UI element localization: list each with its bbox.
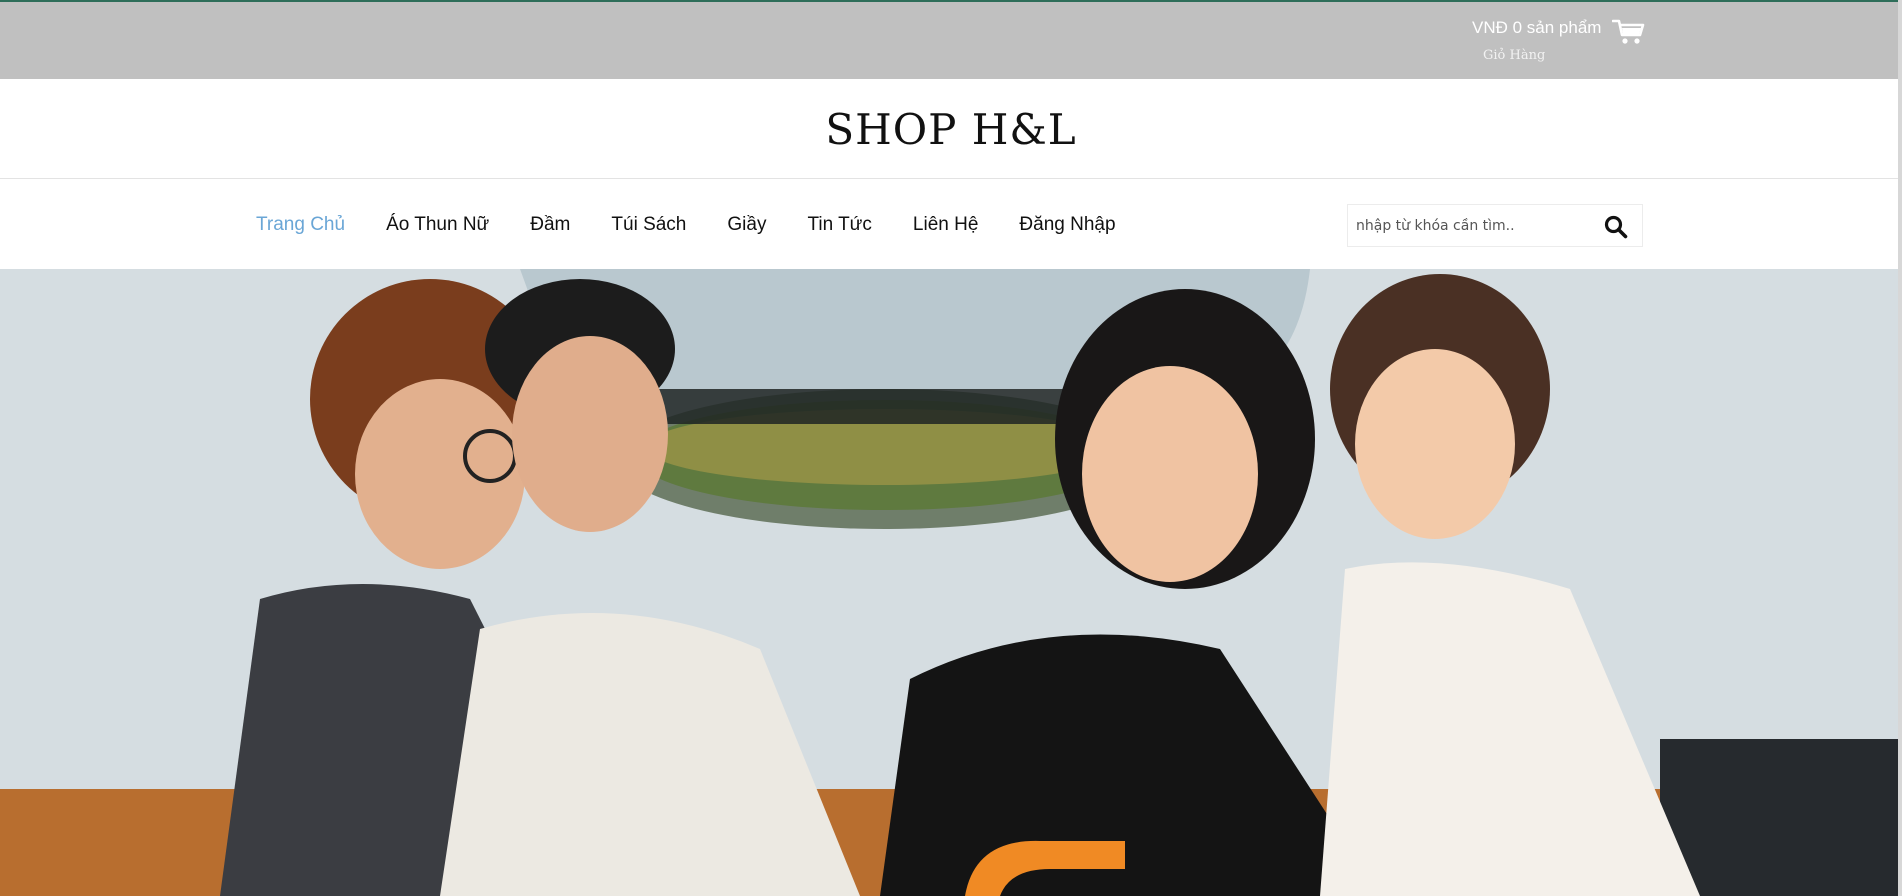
nav-item-dang-nhap[interactable]: Đăng Nhập <box>1019 214 1115 236</box>
nav-item-ao-thun-nu[interactable]: Áo Thun Nữ <box>386 214 489 236</box>
cart-summary[interactable]: VNĐ 0 sản phẩm <box>1472 18 1601 38</box>
site-header: SHOP H&L <box>0 79 1902 179</box>
main-navigation: Trang Chủ Áo Thun Nữ Đầm Túi Sách Giầy T… <box>0 180 1902 269</box>
cart-widget[interactable]: VNĐ 0 sản phẩm Giỏ Hàng <box>1472 16 1647 68</box>
hero-family-illustration <box>0 269 1902 896</box>
nav-item-lien-he[interactable]: Liên Hệ <box>913 214 979 236</box>
page-scrollbar[interactable] <box>1898 0 1902 896</box>
nav-item-tin-tuc[interactable]: Tin Tức <box>807 214 871 236</box>
site-logo[interactable]: SHOP H&L <box>0 105 1902 154</box>
cart-label[interactable]: Giỏ Hàng <box>1483 48 1545 63</box>
search-input[interactable] <box>1356 213 1596 239</box>
shopping-cart-icon[interactable] <box>1612 18 1646 46</box>
nav-item-giay[interactable]: Giầy <box>727 214 766 236</box>
nav-item-dam[interactable]: Đầm <box>530 214 570 236</box>
top-bar: VNĐ 0 sản phẩm Giỏ Hàng <box>0 0 1902 79</box>
nav-menu: Trang Chủ Áo Thun Nữ Đầm Túi Sách Giầy T… <box>256 214 1157 236</box>
nav-item-tui-sach[interactable]: Túi Sách <box>611 214 686 236</box>
search-box <box>1347 204 1643 247</box>
nav-item-trang-chu[interactable]: Trang Chủ <box>256 214 345 236</box>
search-icon[interactable] <box>1603 214 1629 240</box>
hero-banner[interactable] <box>0 269 1902 896</box>
